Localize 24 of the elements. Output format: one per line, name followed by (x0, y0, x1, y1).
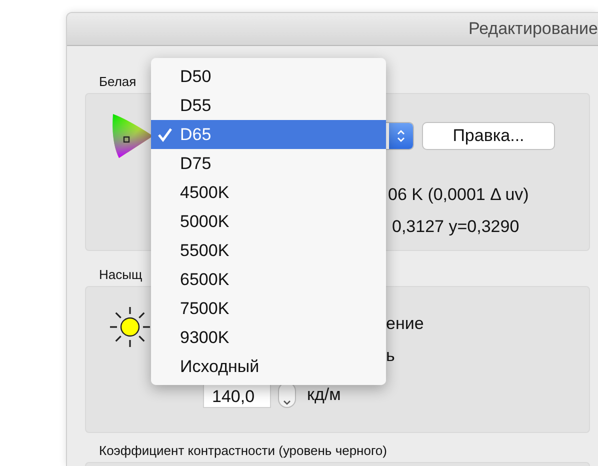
menu-item[interactable]: D75 (151, 149, 386, 178)
edit-button[interactable]: Правка... (422, 122, 555, 150)
unit-label: кд/м (307, 385, 341, 405)
section-label: Коэффициент контрастности (уровень черного) (99, 443, 387, 459)
section-label: Насыщ (99, 267, 142, 283)
menu-item[interactable]: D65 (151, 120, 386, 149)
check-icon (157, 128, 173, 142)
menu-item[interactable]: D50 (151, 62, 386, 91)
menu-item[interactable]: 7500K (151, 294, 386, 323)
stepper-icon (389, 123, 413, 149)
menu-item[interactable]: 9300K (151, 323, 386, 352)
window-title: Редактирование (468, 19, 598, 39)
section-label: Белая (99, 74, 136, 90)
menu-item[interactable]: Исходный (151, 352, 386, 381)
color-temperature-text: 06 K (0,0001 Δ uv) (388, 184, 529, 206)
menu-item[interactable]: D55 (151, 91, 386, 120)
option-label: ь (386, 345, 395, 367)
menu-item[interactable]: 5000K (151, 207, 386, 236)
cie-coordinates-text: 0,3127 y=0,3290 (392, 216, 520, 238)
menu-item[interactable]: 5500K (151, 236, 386, 265)
option-label: ение (386, 313, 424, 335)
menu-item[interactable]: 4500K (151, 178, 386, 207)
sun-icon (109, 306, 151, 348)
menu-item[interactable]: 6500K (151, 265, 386, 294)
